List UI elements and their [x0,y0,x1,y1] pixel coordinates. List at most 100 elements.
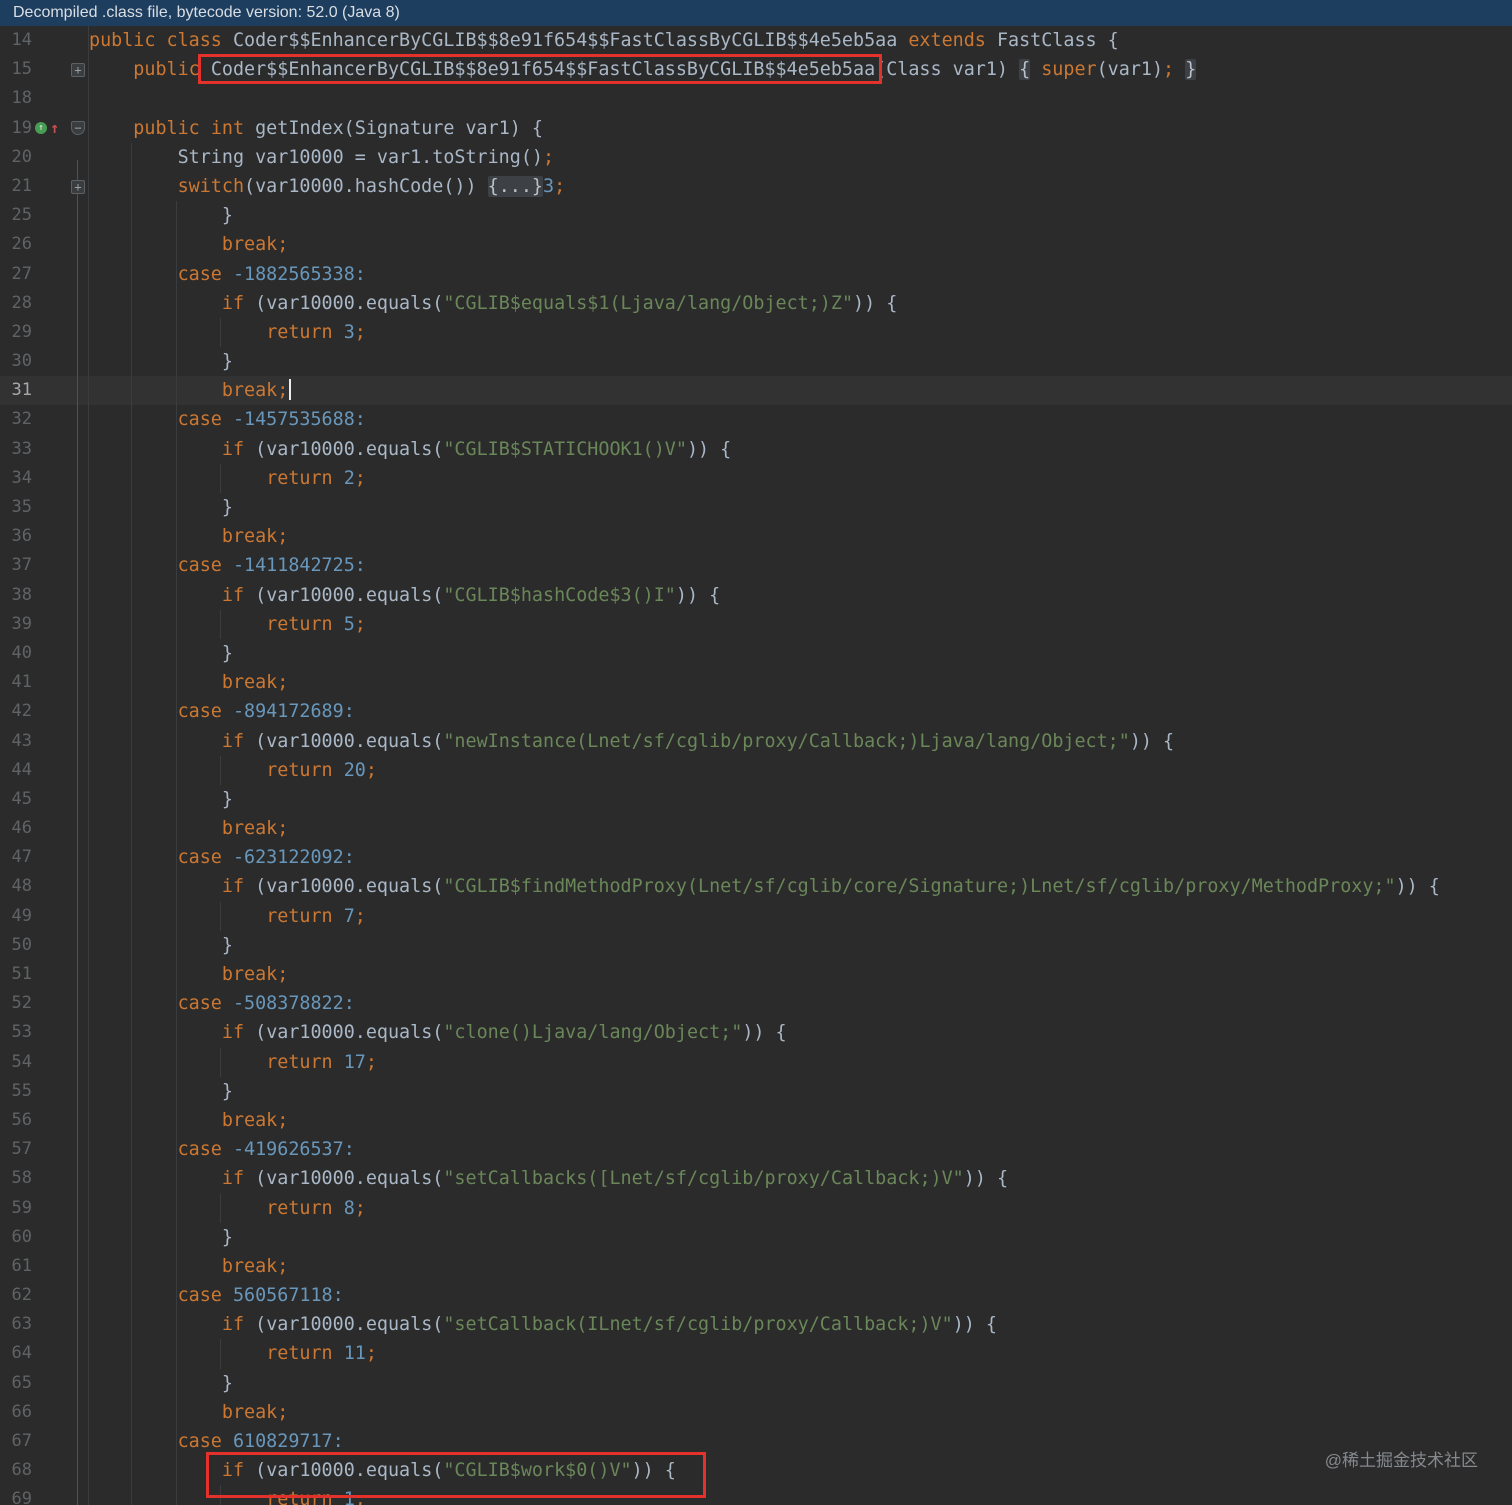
code-text-area[interactable]: if (var10000.equals("CGLIB$equals$1(Ljav… [89,288,1512,318]
code-token: break [221,1255,278,1277]
code-token: case [177,1139,233,1161]
indent-guide [131,171,133,202]
indent-guide [175,1339,177,1369]
gutter-cell: 26 [0,230,89,259]
code-line: 47 case -623122092: [0,843,1512,873]
code-tokens: if (var10000.equals("CGLIB$findMethodPro… [222,872,1440,901]
code-token: -419626537: [232,1139,355,1161]
fold-expand-icon[interactable]: + [71,179,85,194]
code-token: (Class var1) [875,59,1020,81]
indent-guide [131,434,133,464]
code-text-area[interactable]: } [89,1076,1512,1106]
code-rows[interactable]: 14 public class Coder$$EnhancerByCGLIB$$8… [0,26,1512,1505]
gutter-cell: 42 [0,697,89,726]
gutter-cell: 55 [0,1077,89,1106]
line-number: 50 [11,934,32,955]
indent-guide [219,463,221,493]
code-text-area[interactable]: } [89,638,1512,669]
code-text-area[interactable]: } [89,1368,1512,1398]
code-tokens: } [222,493,233,522]
code-text-area[interactable]: public int getIndex(Signature var1) { [89,114,1512,143]
code-tokens: return 2; [266,464,366,493]
code-text-area[interactable]: } [89,930,1512,960]
code-tokens: break; [222,1252,288,1281]
line-number: 26 [11,234,32,255]
code-text-area[interactable]: return 8; [89,1193,1512,1223]
code-text-area[interactable]: case -1882565338: [89,259,1512,289]
indent-guide [175,405,177,435]
code-text-area[interactable]: case -1411842725: [89,551,1512,581]
line-number: 68 [11,1460,32,1481]
code-text-area[interactable]: if (var10000.equals("CGLIB$work$0()V")) … [89,1456,1512,1486]
code-text-area[interactable]: public class Coder$$EnhancerByCGLIB$$8e9… [89,26,1512,55]
indent-guide [131,1193,133,1223]
indent-guide [131,288,133,318]
code-text-area[interactable]: switch(var10000.hashCode()) {...}3; [89,171,1512,202]
code-text-area[interactable]: if (var10000.equals("CGLIB$hashCode$3()I… [89,580,1512,610]
indent-guide [175,872,177,902]
code-text-area[interactable]: } [89,784,1512,815]
code-text-area[interactable]: break; [89,1397,1512,1427]
code-token: (var10000.equals( [244,1460,444,1482]
code-text-area[interactable]: return 20; [89,755,1512,785]
code-text-area[interactable]: public Coder$$EnhancerByCGLIB$$8e91f654$… [89,55,1512,84]
code-text-area[interactable] [89,84,1512,113]
indent-guide [175,1018,177,1048]
code-text-area[interactable]: break; [89,668,1512,698]
code-token: )) { [675,584,721,606]
code-text-area[interactable]: if (var10000.equals("clone()Ljava/lang/O… [89,1018,1512,1048]
indent-guide [131,376,133,406]
code-text-area[interactable]: if (var10000.equals("setCallbacks([Lnet/… [89,1164,1512,1194]
gutter-cell: 57 [0,1135,89,1164]
code-tokens: return 7; [266,902,366,931]
code-text-area[interactable]: if (var10000.equals("CGLIB$STATICHOOK1()… [89,434,1512,464]
gutter-cell: 50 [0,931,89,960]
code-text-area[interactable]: case -894172689: [89,697,1512,727]
code-tokens: break; [222,814,288,843]
code-text-area[interactable]: if (var10000.equals("newInstance(Lnet/sf… [89,726,1512,756]
fold-collapse-icon[interactable]: − [71,121,85,136]
code-text-area[interactable]: case -1457535688: [89,405,1512,435]
code-text-area[interactable]: case -419626537: [89,1135,1512,1165]
code-text-area[interactable]: return 3; [89,317,1512,348]
code-text-area[interactable]: if (var10000.equals("setCallback(ILnet/s… [89,1310,1512,1340]
code-text-area[interactable]: break; [89,814,1512,844]
override-method-icon[interactable]: ↑ ↑ [35,121,59,136]
code-text-area[interactable]: return 17; [89,1047,1512,1077]
code-text-area[interactable]: } [89,347,1512,377]
code-tokens: return 8; [266,1194,366,1223]
code-text-area[interactable]: break; [89,522,1512,552]
code-token: } [221,642,233,664]
code-text-area[interactable]: break; [89,376,1512,406]
code-text-area[interactable]: return 11; [89,1339,1512,1369]
code-text-area[interactable]: break; [89,230,1512,260]
code-text-area[interactable]: } [89,201,1512,231]
line-number: 38 [11,584,32,605]
indent-guide [175,1427,177,1457]
code-text-area[interactable]: case 560567118: [89,1281,1512,1311]
code-text-area[interactable]: case -508378822: [89,989,1512,1019]
code-text-area[interactable]: break; [89,960,1512,990]
code-token: { [1019,59,1031,81]
code-text-area[interactable]: return 1; [89,1485,1512,1505]
code-text-area[interactable]: } [89,1222,1512,1252]
code-text-area[interactable]: if (var10000.equals("CGLIB$findMethodPro… [89,872,1512,902]
code-line: 54 return 17; [0,1047,1512,1077]
code-text-area[interactable]: case 610829717: [89,1427,1512,1457]
code-text-area[interactable]: case -623122092: [89,843,1512,873]
code-token: )) { [742,1022,787,1044]
code-text-area[interactable]: String var10000 = var1.toString(); [89,142,1512,172]
indent-guide [131,1105,133,1136]
code-line: 29 return 3; [0,317,1512,348]
code-text-area[interactable]: return 5; [89,609,1512,639]
code-line: 42 case -894172689: [0,697,1512,727]
fold-expand-icon[interactable]: + [71,62,85,77]
gutter-separator [88,26,89,1505]
indent-guide [131,755,133,785]
code-text-area[interactable]: break; [89,1105,1512,1136]
code-text-area[interactable]: } [89,493,1512,523]
code-text-area[interactable]: return 7; [89,901,1512,931]
code-token: 2 [343,467,355,489]
code-text-area[interactable]: return 2; [89,463,1512,493]
code-text-area[interactable]: break; [89,1251,1512,1282]
